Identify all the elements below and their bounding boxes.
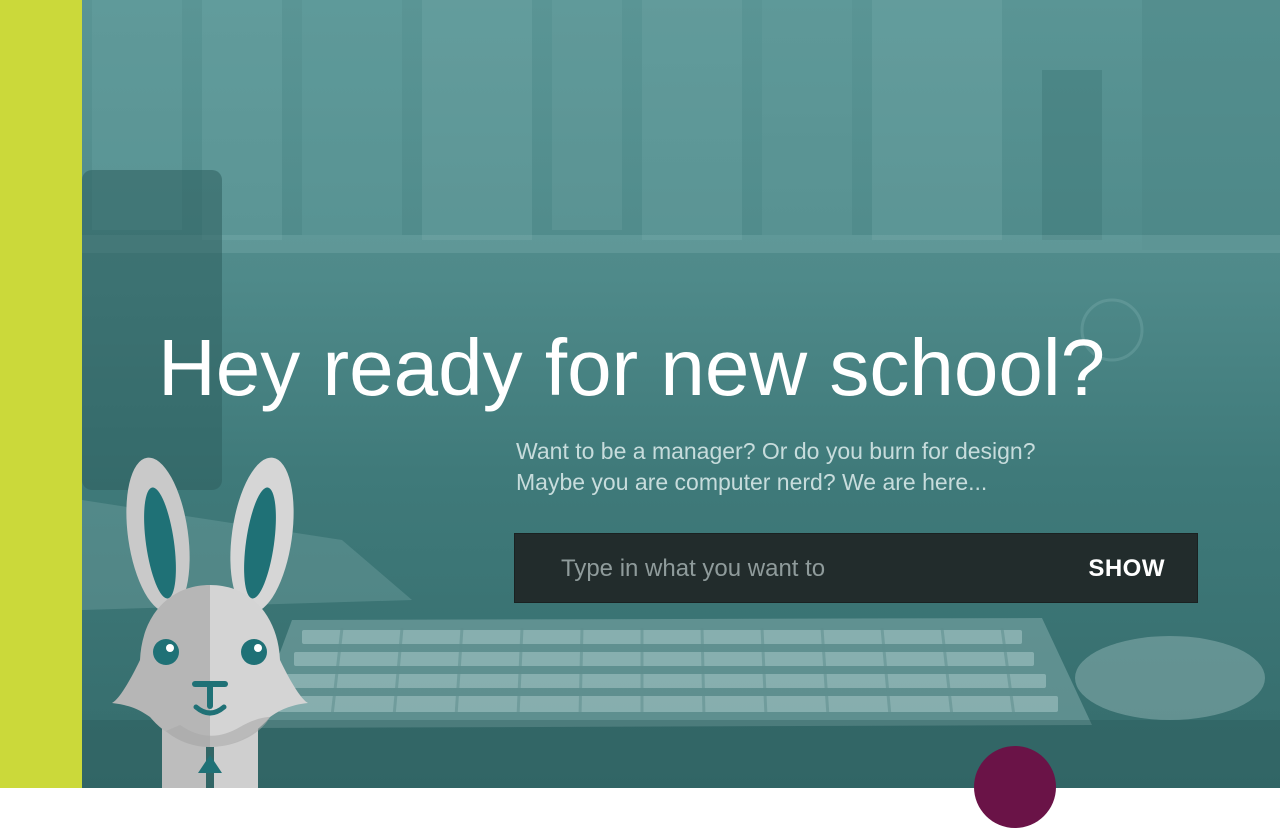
search-input[interactable] — [545, 544, 1061, 594]
page-title: Hey ready for new school? — [158, 323, 1106, 412]
hero-section: Hey ready for new school? Want to be a m… — [0, 0, 1280, 788]
rabbit-mascot-icon — [112, 457, 308, 788]
show-button[interactable]: SHOW — [1070, 544, 1183, 594]
intro-line-2: Maybe you are computer nerd? We are here… — [516, 469, 988, 495]
page: Hey ready for new school? Want to be a m… — [0, 0, 1280, 828]
lime-side-bar — [0, 0, 82, 788]
decorative-circle — [974, 746, 1056, 828]
intro-line-1: Want to be a manager? Or do you burn for… — [516, 438, 1036, 464]
search-bar: SHOW — [514, 533, 1198, 603]
